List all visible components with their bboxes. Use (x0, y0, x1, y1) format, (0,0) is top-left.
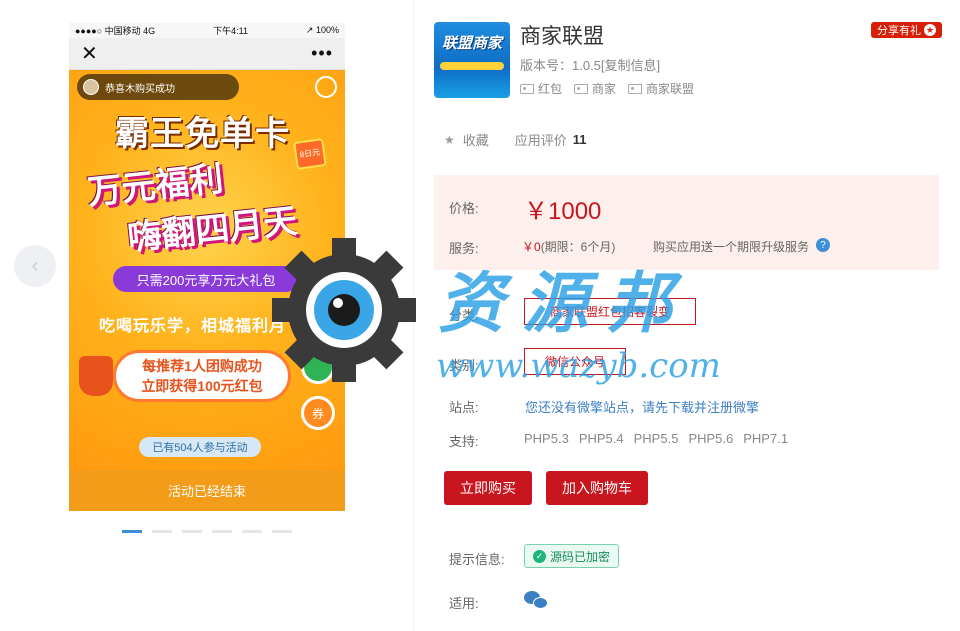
close-icon: ✕ (81, 43, 98, 65)
favorite-button[interactable]: 收藏 (463, 130, 489, 149)
php-support-list: PHP5.3 PHP5.4 PHP5.5 PHP5.6 PHP7.1 (524, 431, 788, 446)
slide-dot[interactable] (272, 530, 292, 533)
tag-icon (520, 83, 534, 94)
tag-label: 商家联盟 (646, 82, 695, 96)
slide-dot[interactable] (182, 530, 202, 533)
add-to-cart-button[interactable]: 加入购物车 (546, 471, 648, 505)
watermark-url: www.wazyb.com (436, 346, 721, 386)
activity-ended-bar: 活动已经结束 (69, 470, 345, 511)
app-name: 商家联盟 (520, 25, 604, 48)
avatar (83, 79, 99, 95)
price-label: 价格: (449, 201, 479, 216)
watermark-gear-logo (272, 238, 416, 382)
site-link[interactable]: 您还没有微擎站点，请先下载并注册微擎 (525, 397, 759, 416)
rating-label[interactable]: 应用评价 (515, 130, 567, 149)
price-value: ￥1000 (524, 198, 602, 225)
wechat-nav-bar: ✕ ••• (69, 38, 345, 70)
slide-dot[interactable] (152, 530, 172, 533)
poster-slogan: 吃喝玩乐学，相城福利月 (99, 318, 287, 335)
check-icon: ✓ (533, 549, 546, 563)
poster-title: 霸王免单卡 (115, 114, 290, 154)
gallery-prev-button[interactable]: ‹ (14, 245, 56, 287)
red-envelope-icon (79, 356, 113, 396)
phone-status-bar: ●●●●○ 中国移动 4G 下午4:11 ↗ 100% (69, 22, 345, 38)
support-label: 支持: (449, 434, 479, 449)
hint-label: 提示信息: (449, 552, 505, 567)
slide-dot[interactable] (242, 530, 262, 533)
coupon-icon: 券 (301, 396, 335, 430)
php-version: PHP5.3 (524, 431, 569, 446)
referral-line-2: 立即获得100元红包 (141, 378, 263, 394)
slide-dot[interactable] (212, 530, 232, 533)
tag-list: 红包 商家 商家联盟 (520, 80, 694, 97)
app-icon-label: 联盟商家 (441, 35, 502, 52)
slide-indicators (122, 530, 292, 533)
buy-now-button[interactable]: 立即购买 (444, 471, 532, 505)
app-icon: 联盟商家 (434, 22, 510, 98)
share-icon (315, 76, 337, 98)
apply-label: 适用: (449, 596, 479, 611)
slide-dot[interactable] (122, 530, 142, 533)
tag-item[interactable]: 商家联盟 (628, 80, 694, 97)
share-gift-label: 分享有礼 (877, 25, 921, 37)
tag-label: 红包 (538, 82, 563, 96)
participants-badge: 已有504人参与活动 (139, 437, 261, 457)
php-version: PHP5.5 (633, 431, 679, 446)
clock-text: 下午4:11 (213, 25, 248, 36)
tag-item[interactable]: 商家 (574, 80, 616, 97)
rating-count: 11 (572, 132, 587, 147)
encrypted-badge: ✓ 源码已加密 (524, 544, 620, 568)
version-info[interactable]: 版本号：1.0.5[复制信息] (520, 55, 660, 74)
share-gift-button[interactable]: 分享有礼 ★ (871, 22, 942, 38)
carrier-text: ●●●●○ 中国移动 4G (75, 25, 156, 36)
notice-text: 恭喜木购买成功 (105, 83, 175, 95)
tag-item[interactable]: 红包 (520, 80, 562, 97)
watermark-title: 资源邦 (438, 264, 690, 342)
wechat-icon (524, 591, 548, 611)
tag-icon (628, 83, 643, 94)
more-icon: ••• (311, 43, 333, 63)
referral-pill: 每推荐1人团购成功 立即获得100元红包 (113, 350, 291, 402)
encrypted-text: 源码已加密 (550, 549, 611, 564)
chevron-left-icon: ‹ (31, 254, 39, 277)
stats-row: ★ 收藏 应用评价 11 (444, 130, 587, 149)
referral-line-1: 每推荐1人团购成功 (142, 358, 262, 374)
app-icon-band (440, 62, 504, 70)
purchase-notice: 恭喜木购买成功 (77, 74, 239, 100)
php-version: PHP7.1 (743, 431, 789, 446)
star-icon[interactable]: ★ (444, 133, 455, 147)
ticket-badge: 8日元 (293, 138, 327, 170)
help-icon[interactable]: ? (816, 238, 830, 252)
gift-icon: ★ (924, 24, 936, 36)
php-version: PHP5.4 (578, 431, 624, 446)
tag-icon (574, 83, 589, 94)
tag-label: 商家 (592, 82, 617, 96)
php-version: PHP5.6 (688, 431, 734, 446)
battery-text: ↗ 100% (305, 24, 339, 35)
site-label: 站点: (449, 400, 479, 415)
